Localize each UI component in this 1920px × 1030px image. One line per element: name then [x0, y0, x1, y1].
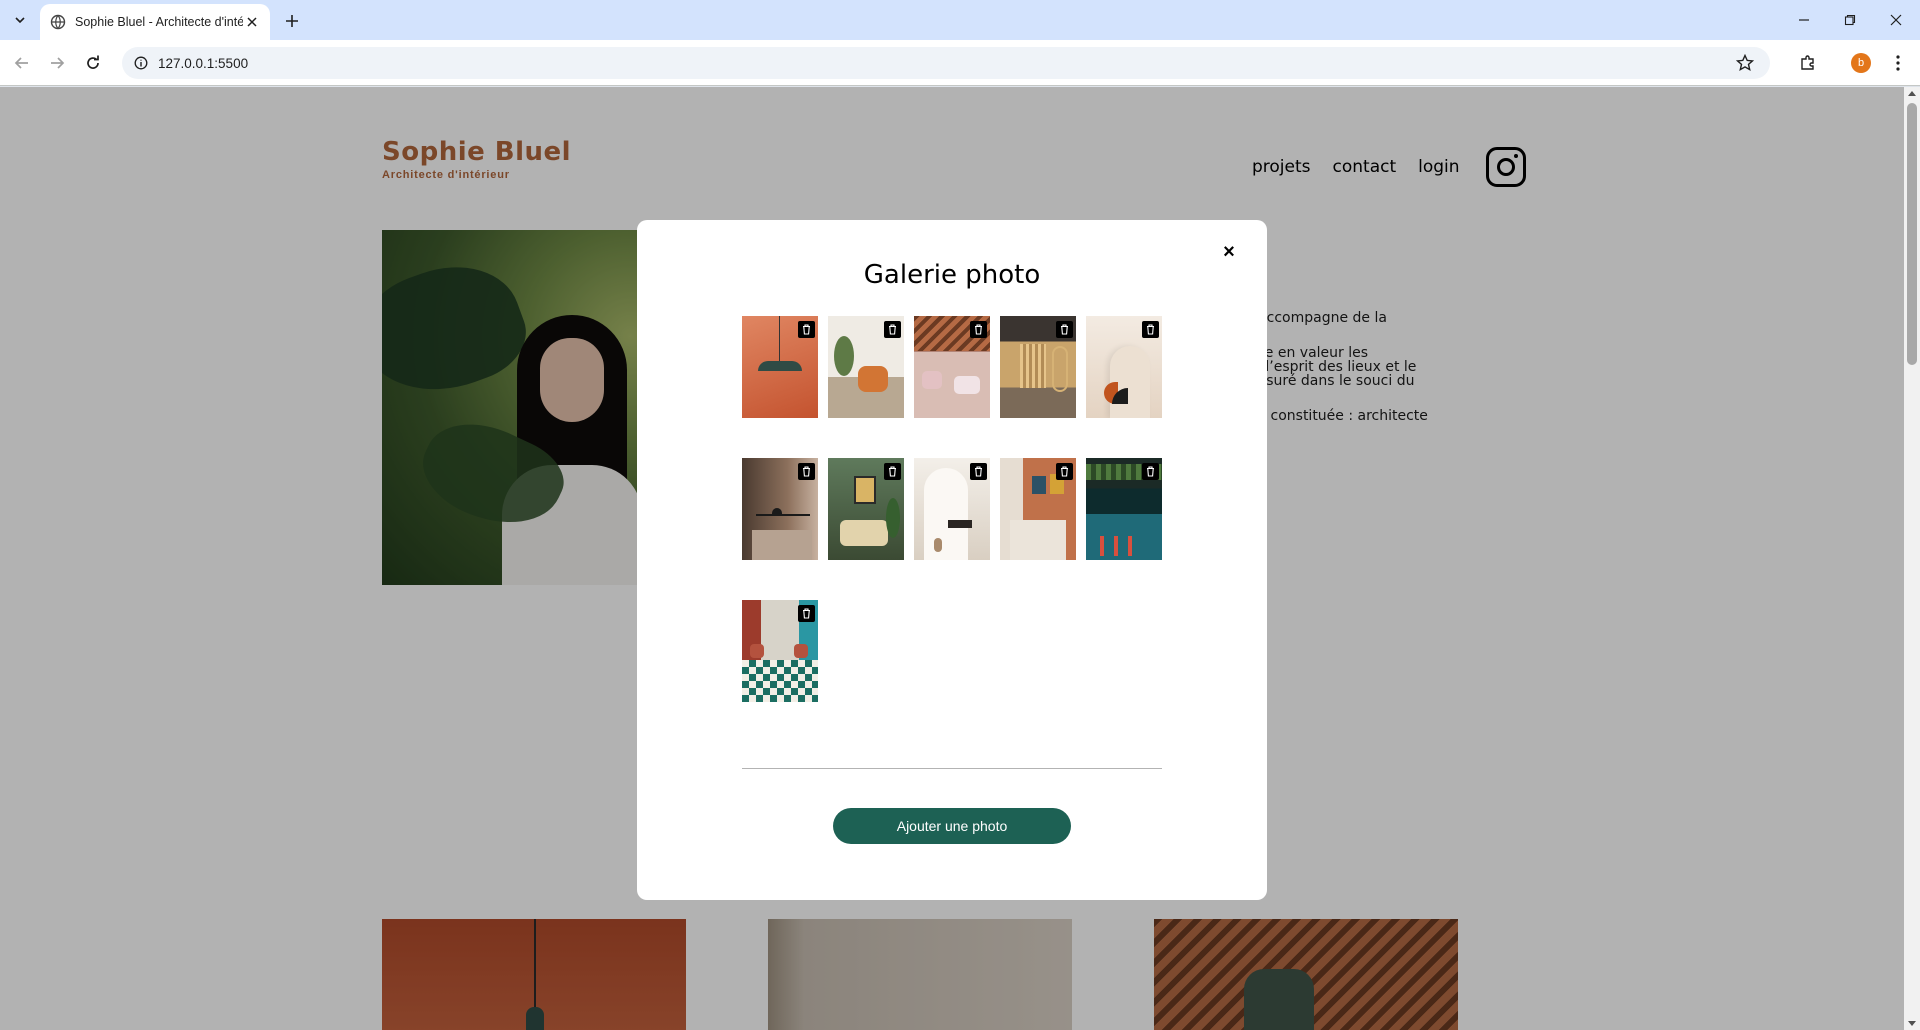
- back-button[interactable]: [10, 51, 34, 75]
- globe-icon: [50, 14, 66, 30]
- more-vertical-icon: [1896, 55, 1900, 71]
- page-viewport: Sophie Bluel Architecte d'intérieur proj…: [0, 87, 1904, 1030]
- puzzle-icon: [1801, 55, 1814, 70]
- extensions-button[interactable]: [1796, 51, 1820, 75]
- page-scrollbar[interactable]: [1904, 87, 1920, 1030]
- photo-thumbnail[interactable]: [1000, 458, 1076, 560]
- close-window-button[interactable]: [1876, 6, 1916, 34]
- arrow-left-icon: [14, 57, 28, 69]
- trash-icon[interactable]: [1142, 463, 1159, 480]
- plus-icon: [286, 15, 298, 27]
- new-tab-button[interactable]: [280, 9, 304, 33]
- scroll-down-arrow-icon[interactable]: [1908, 1021, 1916, 1026]
- reload-button[interactable]: [81, 51, 105, 75]
- photo-thumbnail[interactable]: [742, 600, 818, 702]
- browser-menu-button[interactable]: [1886, 51, 1910, 75]
- browser-tab-strip: Sophie Bluel - Architecte d'intérieur: [0, 0, 1920, 40]
- forward-button[interactable]: [45, 51, 69, 75]
- trash-icon[interactable]: [798, 321, 815, 338]
- trash-icon[interactable]: [798, 463, 815, 480]
- photo-thumbnail[interactable]: [1086, 316, 1162, 418]
- trash-icon[interactable]: [884, 463, 901, 480]
- trash-icon[interactable]: [1056, 463, 1073, 480]
- photo-thumbnail[interactable]: [742, 316, 818, 418]
- info-icon[interactable]: [134, 56, 148, 70]
- profile-button[interactable]: b: [1849, 51, 1873, 75]
- trash-icon[interactable]: [1142, 321, 1159, 338]
- close-icon: [247, 17, 257, 27]
- browser-toolbar: 127.0.0.1:5500 b: [0, 40, 1920, 86]
- photo-thumbnail[interactable]: [742, 458, 818, 560]
- trash-icon[interactable]: [798, 605, 815, 622]
- gallery-modal: × Galerie photo Ajouter une photo: [637, 220, 1267, 900]
- photo-thumbnail[interactable]: [914, 458, 990, 560]
- arrow-right-icon: [51, 57, 65, 69]
- trash-icon[interactable]: [1056, 321, 1073, 338]
- address-bar[interactable]: 127.0.0.1:5500: [122, 47, 1770, 79]
- tab-title: Sophie Bluel - Architecte d'intérieur: [75, 15, 243, 29]
- restore-icon: [1844, 14, 1856, 26]
- modal-divider: [742, 768, 1162, 769]
- tab-close-button[interactable]: [244, 14, 260, 30]
- scroll-up-arrow-icon[interactable]: [1908, 91, 1916, 96]
- minimize-icon: [1799, 19, 1809, 21]
- scrollbar-thumb[interactable]: [1907, 103, 1917, 365]
- trash-icon[interactable]: [970, 463, 987, 480]
- photo-thumbnail[interactable]: [1086, 458, 1162, 560]
- photo-thumbnail[interactable]: [828, 458, 904, 560]
- bookmark-star-icon[interactable]: [1736, 54, 1754, 72]
- photo-thumbnail[interactable]: [828, 316, 904, 418]
- reload-icon: [87, 55, 99, 69]
- add-photo-button[interactable]: Ajouter une photo: [833, 808, 1071, 844]
- close-icon: [1890, 14, 1902, 26]
- photo-thumbnail[interactable]: [914, 316, 990, 418]
- url-text: 127.0.0.1:5500: [158, 55, 249, 71]
- profile-avatar: b: [1851, 53, 1871, 73]
- trash-icon[interactable]: [970, 321, 987, 338]
- restore-button[interactable]: [1830, 6, 1870, 34]
- trash-icon[interactable]: [884, 321, 901, 338]
- photo-thumbnail[interactable]: [1000, 316, 1076, 418]
- tab-search-button[interactable]: [8, 8, 32, 32]
- modal-title: Galerie photo: [863, 260, 1041, 290]
- chevron-down-icon: [15, 17, 25, 24]
- minimize-button[interactable]: [1784, 6, 1824, 34]
- browser-tab-active[interactable]: Sophie Bluel - Architecte d'intérieur: [40, 4, 270, 40]
